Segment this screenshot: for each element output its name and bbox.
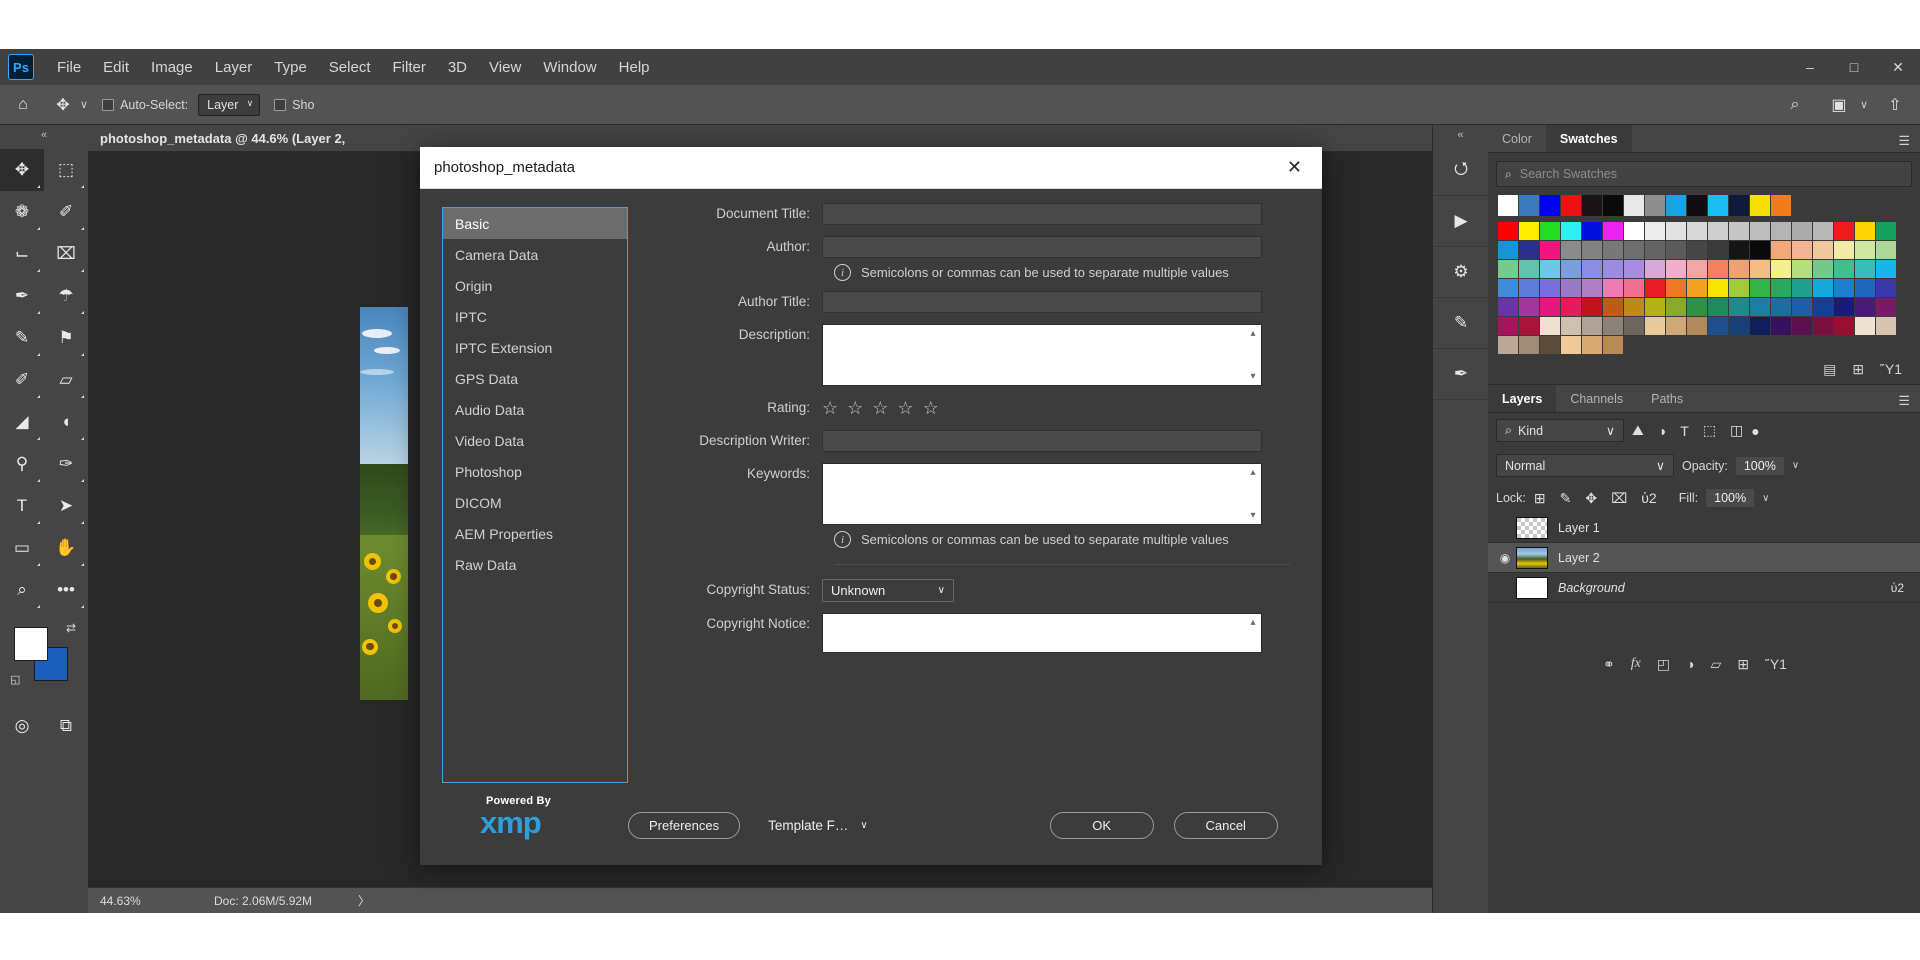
dialog-title: photoshop_metadata <box>434 159 575 176</box>
metadata-category-list: BasicCamera DataOriginIPTCIPTC Extension… <box>442 207 628 783</box>
ok-button[interactable]: OK <box>1050 812 1154 839</box>
file-info-dialog: photoshop_metadata ✕ BasicCamera DataOri… <box>420 147 1322 865</box>
document-title-input[interactable] <box>822 203 1262 225</box>
close-icon[interactable]: ✕ <box>1281 157 1308 178</box>
photoshop-application-window: Ps FileEditImageLayerTypeSelectFilter3DV… <box>0 49 1920 913</box>
author-hint-text: Semicolons or commas can be used to sepa… <box>861 265 1229 280</box>
rating-star[interactable]: ☆ <box>872 397 888 419</box>
form-divider <box>834 564 1290 565</box>
template-label: Template F… <box>768 818 848 833</box>
keywords-label: Keywords: <box>642 463 822 485</box>
metadata-category-origin[interactable]: Origin <box>443 270 627 301</box>
keywords-hint: i Semicolons or commas can be used to se… <box>834 531 1290 548</box>
dialog-body: BasicCamera DataOriginIPTCIPTC Extension… <box>420 189 1322 865</box>
scroll-down-icon[interactable]: ▾ <box>1247 510 1259 521</box>
copyright-status-label: Copyright Status: <box>642 579 822 601</box>
keywords-hint-text: Semicolons or commas can be used to sepa… <box>861 532 1229 547</box>
preferences-button[interactable]: Preferences <box>628 812 740 839</box>
field-document-title: Document Title: <box>642 203 1290 225</box>
field-copyright-status: Copyright Status: Unknown ∨ <box>642 579 1290 602</box>
metadata-category-basic[interactable]: Basic <box>443 208 627 239</box>
info-icon: i <box>834 264 851 281</box>
chevron-down-icon: ∨ <box>938 585 945 596</box>
rating-stars[interactable]: ☆ ☆ ☆ ☆ ☆ <box>822 397 939 419</box>
dialog-title-bar: photoshop_metadata ✕ <box>420 147 1322 189</box>
rating-star[interactable]: ☆ <box>897 397 913 419</box>
metadata-category-iptc[interactable]: IPTC <box>443 301 627 332</box>
description-writer-label: Description Writer: <box>642 430 822 452</box>
metadata-form: Document Title: Author: i Semicolons or … <box>642 203 1290 763</box>
description-writer-input[interactable] <box>822 430 1262 452</box>
metadata-category-camera-data[interactable]: Camera Data <box>443 239 627 270</box>
metadata-category-dicom[interactable]: DICOM <box>443 487 627 518</box>
metadata-category-video-data[interactable]: Video Data <box>443 425 627 456</box>
author-input[interactable] <box>822 236 1262 258</box>
author-label: Author: <box>642 236 822 258</box>
metadata-category-iptc-extension[interactable]: IPTC Extension <box>443 332 627 363</box>
description-textarea[interactable]: ▴ ▾ <box>822 324 1262 386</box>
modal-overlay: photoshop_metadata ✕ BasicCamera DataOri… <box>0 49 1920 913</box>
scroll-up-icon[interactable]: ▴ <box>1247 617 1259 628</box>
copyright-notice-textarea[interactable]: ▴ <box>822 613 1262 653</box>
keywords-textarea[interactable]: ▴ ▾ <box>822 463 1262 525</box>
metadata-category-audio-data[interactable]: Audio Data <box>443 394 627 425</box>
copyright-notice-label: Copyright Notice: <box>642 613 822 635</box>
description-label: Description: <box>642 324 822 346</box>
scroll-up-icon[interactable]: ▴ <box>1247 467 1259 478</box>
scroll-up-icon[interactable]: ▴ <box>1247 328 1259 339</box>
field-description: Description: ▴ ▾ <box>642 324 1290 386</box>
metadata-category-aem-properties[interactable]: AEM Properties <box>443 518 627 549</box>
field-author: Author: <box>642 236 1290 258</box>
field-author-title: Author Title: <box>642 291 1290 313</box>
field-description-writer: Description Writer: <box>642 430 1290 452</box>
info-icon: i <box>834 531 851 548</box>
author-title-label: Author Title: <box>642 291 822 313</box>
copyright-status-dropdown[interactable]: Unknown ∨ <box>822 579 954 602</box>
rating-star[interactable]: ☆ <box>923 397 939 419</box>
metadata-category-gps-data[interactable]: GPS Data <box>443 363 627 394</box>
chevron-down-icon: ∨ <box>860 820 867 831</box>
author-title-input[interactable] <box>822 291 1262 313</box>
scroll-down-icon[interactable]: ▾ <box>1247 371 1259 382</box>
cancel-button[interactable]: Cancel <box>1174 812 1278 839</box>
field-copyright-notice: Copyright Notice: ▴ <box>642 613 1290 653</box>
document-title-label: Document Title: <box>642 203 822 225</box>
metadata-category-photoshop[interactable]: Photoshop <box>443 456 627 487</box>
copyright-status-value: Unknown <box>831 583 885 598</box>
dialog-button-row: Preferences Template F… ∨ OK Cancel <box>420 812 1322 839</box>
rating-star[interactable]: ☆ <box>847 397 863 419</box>
field-rating: Rating: ☆ ☆ ☆ ☆ ☆ <box>642 397 1290 419</box>
rating-label: Rating: <box>642 397 822 419</box>
field-keywords: Keywords: ▴ ▾ <box>642 463 1290 525</box>
author-hint: i Semicolons or commas can be used to se… <box>834 264 1290 281</box>
metadata-category-raw-data[interactable]: Raw Data <box>443 549 627 580</box>
template-dropdown[interactable]: Template F… ∨ <box>758 813 878 838</box>
rating-star[interactable]: ☆ <box>822 397 838 419</box>
